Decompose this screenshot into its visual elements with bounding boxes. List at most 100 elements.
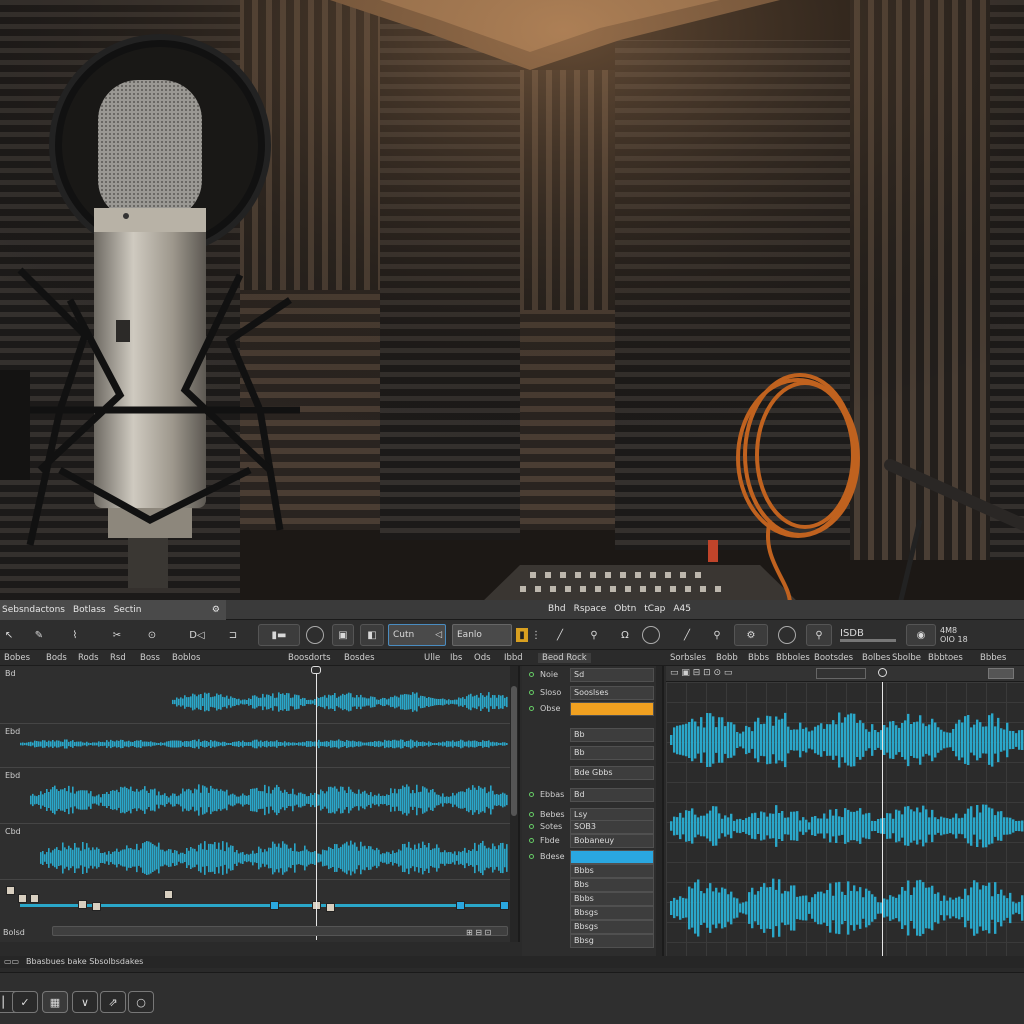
editor-col-0[interactable]: Sorbsles (670, 653, 706, 663)
automation-point[interactable] (270, 901, 279, 910)
inspector-field[interactable]: Bbbs (570, 864, 654, 878)
fade-icon[interactable]: ⊐ (222, 624, 244, 646)
mic-icon[interactable]: ⚲ (582, 624, 606, 646)
pencil-tool-icon[interactable]: ✎ (28, 624, 50, 646)
editor-col-6[interactable]: Sbolbe (892, 653, 921, 663)
wand-icon[interactable]: ⚲ (806, 624, 832, 646)
editor-field[interactable] (816, 668, 866, 679)
check-tool-icon[interactable]: ╱ (674, 624, 700, 646)
zoom-icon[interactable]: ⊙ (142, 624, 162, 646)
link-icon[interactable]: ⋮ (530, 624, 542, 646)
waveform-zoomed[interactable] (670, 878, 1024, 938)
automation-point[interactable] (326, 903, 335, 912)
arrange-col-8[interactable]: Ulle (424, 653, 440, 663)
record-gauge-icon[interactable] (642, 626, 660, 644)
inspector-field[interactable]: Bbsgs (570, 920, 654, 934)
settings-icon[interactable]: ⚙ (212, 605, 226, 615)
brush-tool-icon[interactable]: ⌇ (64, 624, 86, 646)
inspector-field[interactable]: Bb (570, 746, 654, 760)
gauge-icon[interactable] (306, 626, 324, 644)
vertical-scrollbar[interactable] (510, 666, 518, 942)
tool-icon[interactable]: ⇗ (100, 991, 126, 1013)
inspector-field[interactable]: Bbbs (570, 892, 654, 906)
inspector-field[interactable]: Bobaneuy (570, 834, 654, 848)
inspector-field[interactable]: Bbs (570, 878, 654, 892)
inspector-field[interactable]: Bde Gbbs (570, 766, 654, 780)
editor-col-5[interactable]: Bolbes (862, 653, 890, 663)
inspector-field[interactable]: Sd (570, 668, 654, 682)
inspector-field[interactable] (570, 702, 654, 716)
menu-item-0[interactable]: Sebsndactons (2, 605, 65, 615)
editor-col-4[interactable]: Bootsdes (814, 653, 853, 663)
record-icon[interactable]: ▦ (42, 991, 68, 1013)
arrange-col-11[interactable]: Ibbd (504, 653, 523, 663)
waveform-clip[interactable] (172, 692, 508, 712)
arrange-col-5[interactable]: Boblos (172, 653, 200, 663)
editor-col-3[interactable]: Bbboles (776, 653, 810, 663)
scissors-tool-icon[interactable]: ✂ (104, 624, 130, 646)
waveform-zoomed[interactable] (670, 804, 1024, 848)
right-menu-0[interactable]: Bhd (548, 604, 566, 614)
gain-slider[interactable]: ▮▬ (258, 624, 300, 646)
knob-icon[interactable] (778, 626, 796, 644)
loop-icon[interactable]: ○ (128, 991, 154, 1013)
automation-point[interactable] (456, 901, 465, 910)
select-tool-icon[interactable]: ↖ (2, 624, 16, 646)
right-menu-2[interactable]: Obtn (614, 604, 636, 614)
editor-tool-icons[interactable]: ▭ ▣ ⊟ ⊡ ⊙ ▭ (670, 668, 732, 678)
right-menu-4[interactable]: A45 (673, 604, 691, 614)
arrange-col-7[interactable]: Bosdes (344, 653, 375, 663)
view-toggle-icon[interactable]: ▣ (332, 624, 354, 646)
automation-point[interactable] (500, 901, 509, 910)
automation-point[interactable] (92, 902, 101, 911)
automation-point[interactable] (18, 894, 27, 903)
arrange-col-6[interactable]: Boosdorts (288, 653, 331, 663)
inspector-field[interactable]: Bbsgs (570, 906, 654, 920)
automation-point[interactable] (30, 894, 39, 903)
editor-col-1[interactable]: Bobb (716, 653, 738, 663)
zoom-buttons-icon[interactable]: ⊞ ⊟ ⊡ (466, 928, 491, 937)
probe-icon[interactable]: ⚲ (704, 624, 730, 646)
automation-point[interactable] (164, 890, 173, 899)
right-menu-1[interactable]: Rspace (574, 604, 607, 614)
cut-field[interactable]: Cutn ◁ (388, 624, 446, 646)
checkmark-icon[interactable]: ✓ (12, 991, 38, 1013)
waveform-clip[interactable] (20, 739, 508, 749)
automation-point[interactable] (6, 886, 15, 895)
automation-lane[interactable] (0, 880, 510, 920)
inspector-field[interactable]: Bd (570, 788, 654, 802)
text-tool-icon[interactable]: D◁ (184, 624, 210, 646)
second-field[interactable]: Eanlo (452, 624, 512, 646)
editor-col-2[interactable]: Bbbs (748, 653, 769, 663)
editor-col-8[interactable]: Bbbes (980, 653, 1006, 663)
playhead[interactable] (316, 666, 317, 940)
waveform-clip[interactable] (30, 784, 508, 816)
line-tool-icon[interactable]: ╱ (548, 624, 572, 646)
inspector-field[interactable]: Sooslses (570, 686, 654, 700)
menu-item-1[interactable]: Botlass (73, 605, 106, 615)
waveform-zoomed[interactable] (670, 712, 1024, 768)
playhead-handle[interactable] (311, 666, 321, 674)
right-menu-3[interactable]: tCap (644, 604, 665, 614)
zoom-stepper[interactable]: ◉ (906, 624, 936, 646)
arrange-col-0[interactable]: Bobes (4, 653, 30, 663)
horizontal-scrollbar[interactable] (52, 926, 508, 936)
waveform-clip[interactable] (40, 840, 508, 876)
inspector-field[interactable] (570, 850, 654, 864)
loop-tool-icon[interactable]: Ω (614, 624, 636, 646)
editor-playhead-handle[interactable] (878, 668, 887, 677)
inspector-field[interactable]: Bb (570, 728, 654, 742)
arrange-col-1[interactable]: Bods (46, 653, 67, 663)
inspector-title[interactable]: Beod Rock (538, 653, 591, 663)
inspector-field[interactable]: SOB3 (570, 820, 654, 834)
editor-col-7[interactable]: Bbbtoes (928, 653, 963, 663)
inspector-field[interactable]: Bbsg (570, 934, 654, 948)
editor-view-button[interactable] (988, 668, 1014, 679)
automation-point[interactable] (78, 900, 87, 909)
routing-icon[interactable]: ⚙ (734, 624, 768, 646)
marker-icon[interactable]: ▮ (516, 628, 528, 642)
arrange-col-10[interactable]: Ods (474, 653, 491, 663)
menu-item-2[interactable]: Sectin (114, 605, 142, 615)
vertical-scroll-thumb[interactable] (511, 686, 517, 816)
arrange-col-9[interactable]: Ibs (450, 653, 462, 663)
